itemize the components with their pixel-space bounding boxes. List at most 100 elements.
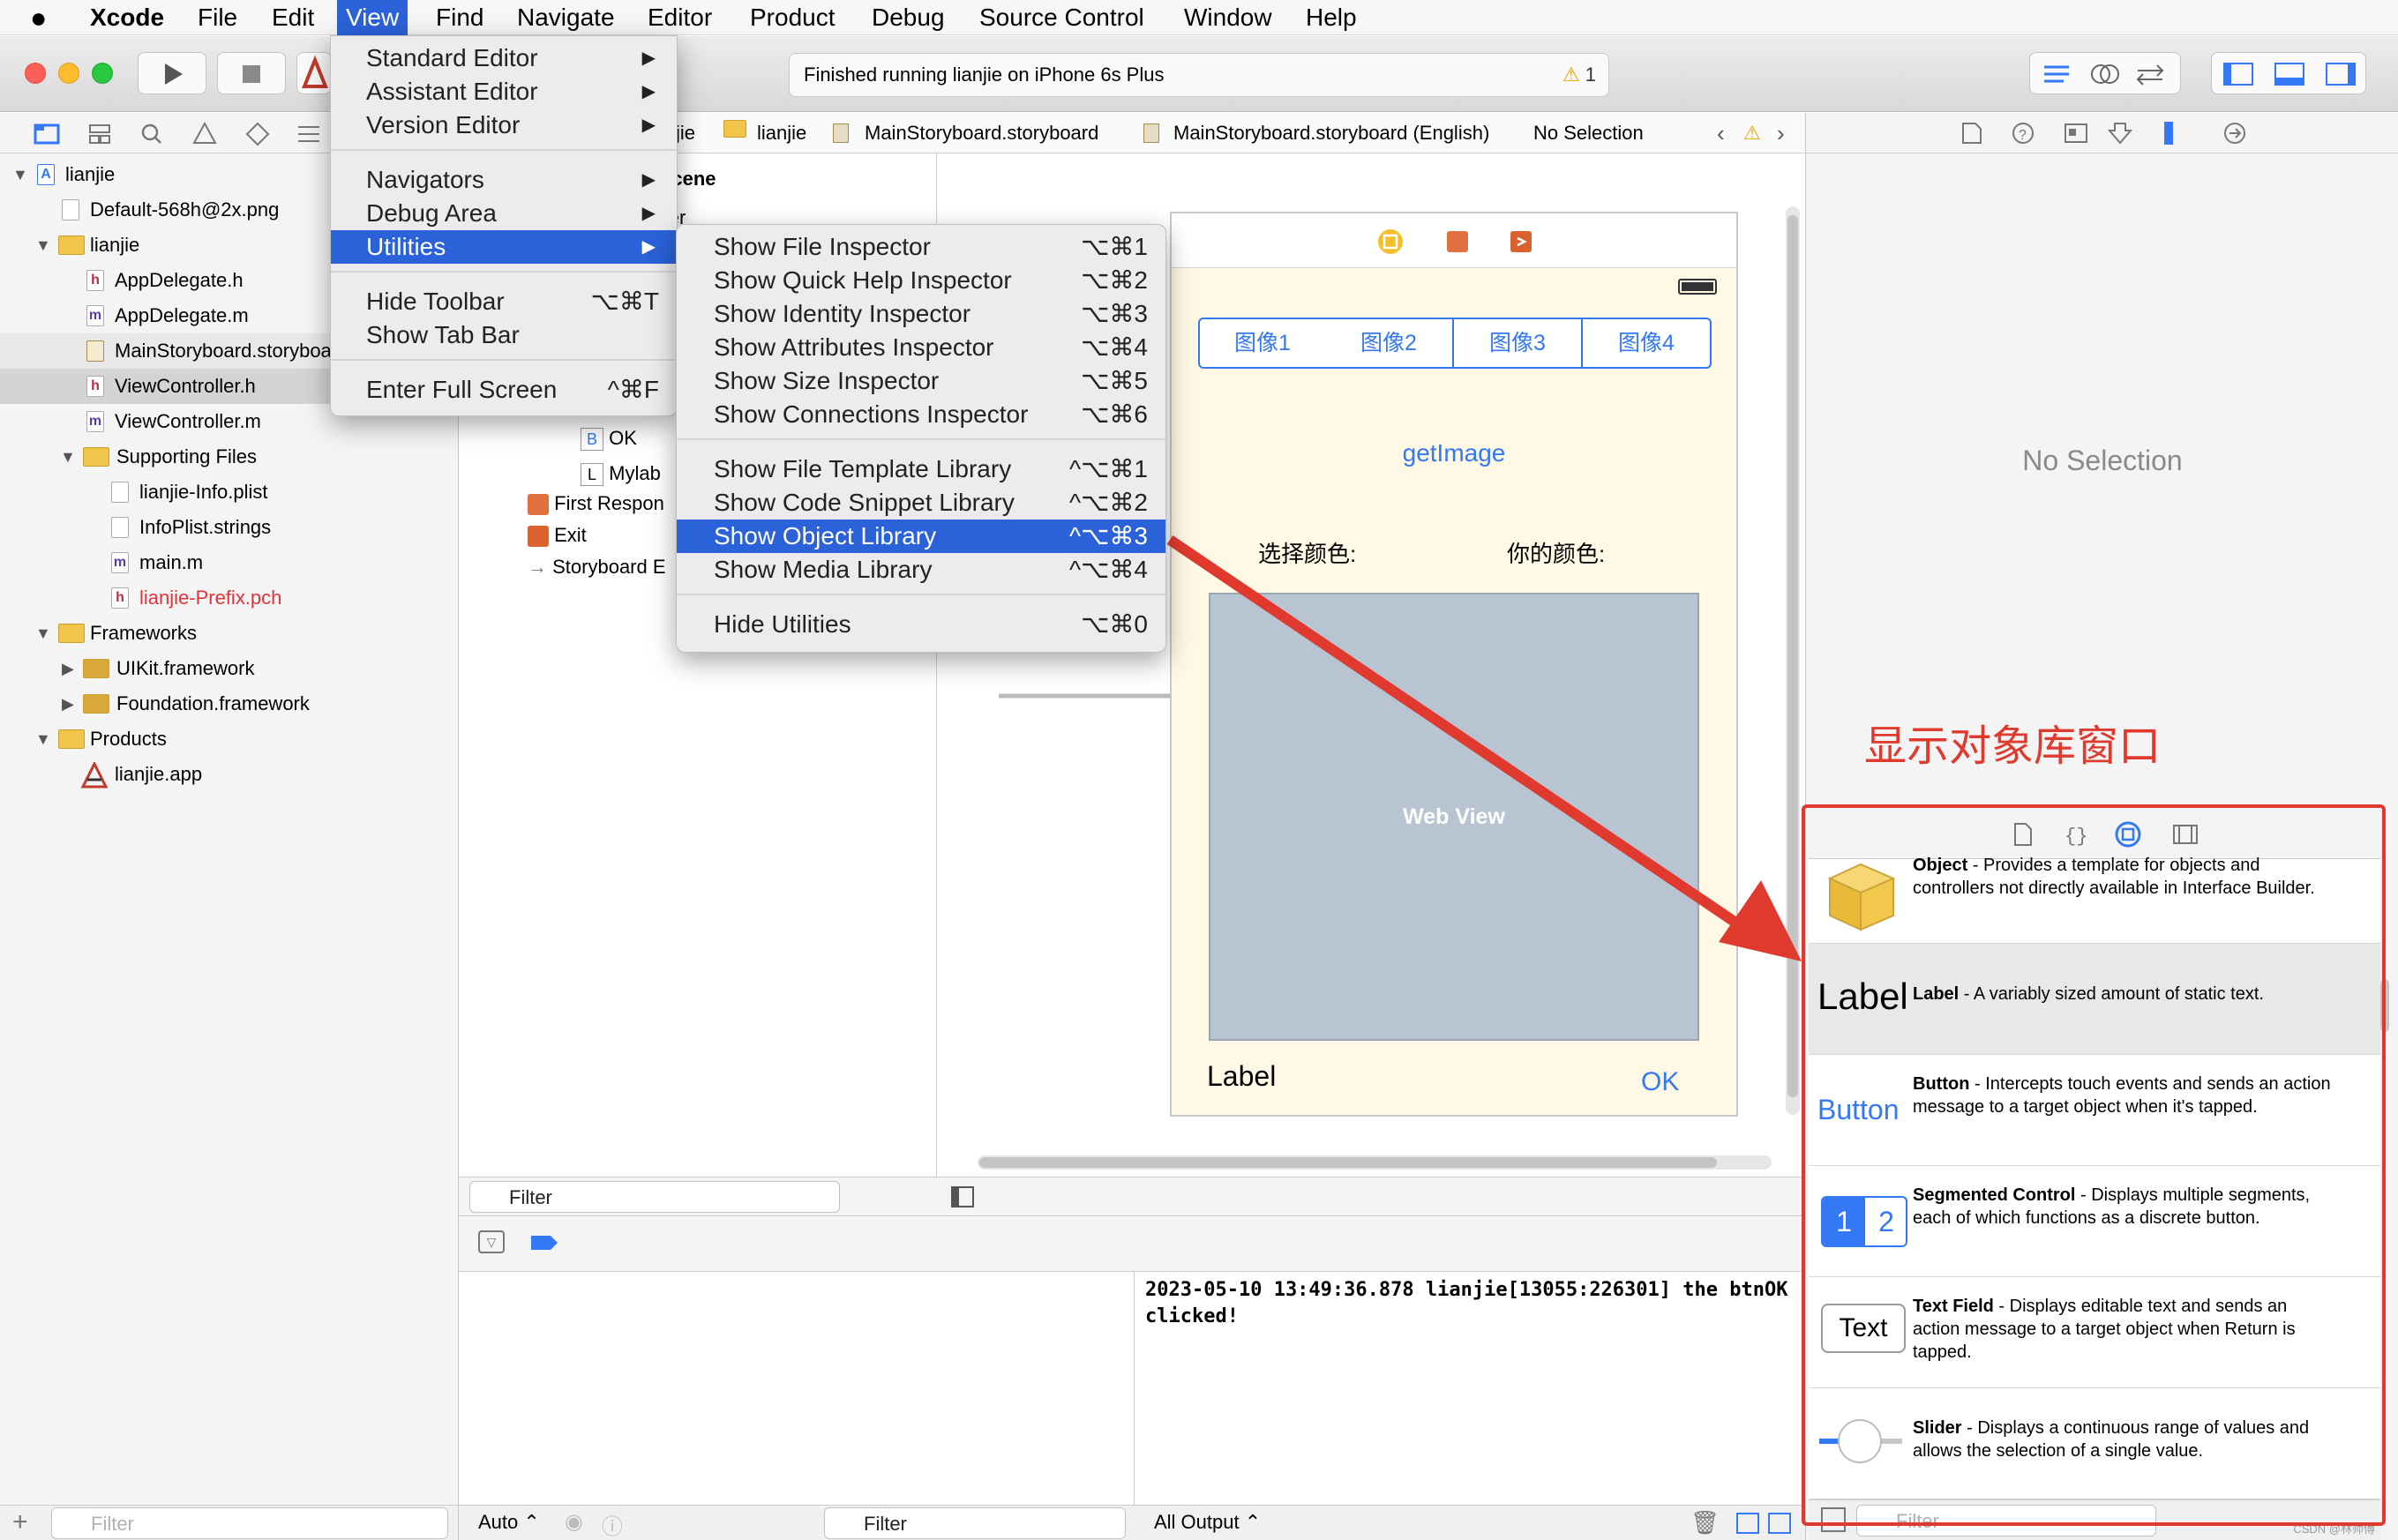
menu-item-show-object-library[interactable]: Show Object Library ^⌥⌘3 — [677, 520, 1165, 553]
menu-item-show-code-snippet-library[interactable]: Show Code Snippet Library ^⌥⌘2 — [677, 486, 1165, 520]
minimize-window-button[interactable] — [58, 63, 79, 84]
menu-item-show-file-template-library[interactable]: Show File Template Library ^⌥⌘1 — [677, 452, 1165, 486]
breadcrumb-file[interactable]: MainStoryboard.storyboard — [865, 113, 1098, 153]
horizontal-scrollbar[interactable] — [978, 1155, 1772, 1170]
menu-item-show-attributes-inspector[interactable]: Show Attributes Inspector ⌥⌘4 — [677, 331, 1165, 364]
header-file-icon: h — [86, 376, 104, 397]
hide-debug-area-icon[interactable]: ▽ — [478, 1230, 505, 1253]
show-console-icon[interactable] — [1768, 1513, 1791, 1534]
menu-editor[interactable]: Editor — [639, 0, 721, 35]
disclosure-open-icon[interactable]: ▼ — [12, 157, 28, 192]
disclosure-open-icon[interactable]: ▼ — [35, 228, 51, 263]
nav-item-file[interactable]: lianjie.app — [0, 757, 459, 792]
scroll-thumb[interactable] — [979, 1157, 1717, 1168]
menu-edit[interactable]: Edit — [263, 0, 323, 35]
nav-item-file[interactable]: h lianjie-Prefix.pch — [0, 580, 459, 616]
menu-item-hide-toolbar[interactable]: Hide Toolbar ⌥⌘T — [331, 285, 677, 318]
menu-item-debug-area[interactable]: Debug Area ▶ — [331, 197, 677, 230]
outline-storyboard-entry[interactable]: → Storyboard E — [528, 556, 666, 579]
menu-item-label: Assistant Editor — [366, 78, 538, 105]
menu-item-show-connections-inspector[interactable]: Show Connections Inspector ⌥⌘6 — [677, 398, 1165, 431]
menu-item-show-quick-help-inspector[interactable]: Show Quick Help Inspector ⌥⌘2 — [677, 264, 1165, 297]
info-icon[interactable]: ⓘ — [602, 1509, 623, 1540]
variables-scope-select[interactable]: Auto ⌃ — [478, 1511, 540, 1534]
apple-icon[interactable]: ● — [21, 0, 56, 35]
trash-icon[interactable]: 🗑 — [1690, 1509, 1720, 1536]
navigator-filter-input[interactable]: Filter — [51, 1507, 448, 1539]
nav-item-file[interactable]: lianjie-Info.plist — [0, 475, 459, 510]
zoom-window-button[interactable] — [92, 63, 113, 84]
canvas-label[interactable]: Label — [1207, 1060, 1276, 1093]
menu-item-show-identity-inspector[interactable]: Show Identity Inspector ⌥⌘3 — [677, 297, 1165, 331]
close-window-button[interactable] — [25, 63, 46, 84]
menu-item-show-file-inspector[interactable]: Show File Inspector ⌥⌘1 — [677, 230, 1165, 264]
run-button[interactable] — [138, 52, 206, 94]
show-variables-icon[interactable] — [1736, 1513, 1759, 1534]
disclosure-open-icon[interactable]: ▼ — [35, 721, 51, 757]
menu-xcode[interactable]: Xcode — [81, 0, 173, 35]
nav-item-file[interactable]: m main.m — [0, 545, 459, 580]
forward-chevron-icon[interactable]: › — [1777, 113, 1785, 153]
menu-item-standard-editor[interactable]: Standard Editor ▶ — [331, 41, 677, 75]
nav-item-group[interactable]: ▼ Frameworks — [0, 616, 459, 651]
variables-filter-input[interactable]: Filter — [824, 1507, 1126, 1539]
nav-item-framework[interactable]: ▶ Foundation.framework — [0, 686, 459, 721]
nav-item-group[interactable]: ▼ Products — [0, 721, 459, 757]
outline-item-ok[interactable]: B OK — [581, 427, 637, 452]
back-chevron-icon[interactable]: ‹ — [1717, 113, 1725, 153]
add-icon[interactable]: + — [12, 1507, 28, 1537]
view-toggle-icons — [2223, 63, 2356, 86]
menu-item-version-editor[interactable]: Version Editor ▶ — [331, 108, 677, 142]
menu-item-show-tab-bar[interactable]: Show Tab Bar — [331, 318, 677, 352]
menu-view[interactable]: View — [337, 0, 408, 35]
segment-image-4[interactable]: 图像4 — [1583, 318, 1712, 369]
breadcrumb-localization[interactable]: MainStoryboard.storyboard (English) — [1173, 113, 1489, 153]
outline-exit[interactable]: Exit — [528, 524, 587, 548]
menu-item-show-size-inspector[interactable]: Show Size Inspector ⌥⌘5 — [677, 364, 1165, 398]
breakpoints-icon[interactable] — [529, 1232, 561, 1253]
disclosure-open-icon[interactable]: ▼ — [35, 616, 51, 651]
disclosure-closed-icon[interactable]: ▶ — [62, 651, 74, 686]
menu-item-enter-full-screen[interactable]: Enter Full Screen ^⌘F — [331, 373, 677, 407]
nav-item-framework[interactable]: ▶ UIKit.framework — [0, 651, 459, 686]
menu-item-utilities[interactable]: Utilities ▶ — [331, 230, 677, 264]
menu-window[interactable]: Window — [1175, 0, 1281, 35]
segment-image-1[interactable]: 图像1 — [1198, 318, 1327, 369]
menu-item-navigators[interactable]: Navigators ▶ — [331, 163, 677, 197]
menu-help[interactable]: Help — [1297, 0, 1366, 35]
console-output[interactable]: 2023-05-10 13:49:36.878 lianjie[13055:22… — [1135, 1272, 1805, 1505]
breadcrumb-group[interactable]: lianjie — [757, 113, 806, 153]
warning-icon[interactable]: ⚠ — [1743, 113, 1761, 153]
menu-file[interactable]: File — [189, 0, 246, 35]
scheme-button[interactable] — [296, 52, 332, 94]
disclosure-open-icon[interactable]: ▼ — [60, 439, 76, 475]
disclosure-closed-icon[interactable]: ▶ — [62, 686, 74, 721]
ok-button[interactable]: OK — [1641, 1067, 1679, 1097]
menu-product[interactable]: Product — [741, 0, 844, 35]
segment-image-2[interactable]: 图像2 — [1325, 318, 1454, 369]
menu-navigate[interactable]: Navigate — [508, 0, 624, 35]
breadcrumb-selection[interactable]: No Selection — [1533, 113, 1644, 153]
menu-item-show-media-library[interactable]: Show Media Library ^⌥⌘4 — [677, 553, 1165, 587]
segment-image-3[interactable]: 图像3 — [1454, 318, 1583, 369]
stop-button[interactable] — [217, 52, 286, 94]
eye-icon[interactable]: ◉ — [565, 1509, 583, 1535]
outline-filter-input[interactable]: Filter — [469, 1181, 840, 1213]
breadcrumb-project[interactable]: jie — [676, 113, 695, 153]
get-image-button[interactable]: getImage — [1172, 439, 1736, 467]
output-select[interactable]: All Output ⌃ — [1154, 1511, 1261, 1534]
menu-debug[interactable]: Debug — [863, 0, 954, 35]
warning-indicator[interactable]: ⚠ 1 — [1562, 54, 1596, 96]
menu-item-assistant-editor[interactable]: Assistant Editor ▶ — [331, 75, 677, 108]
menu-find[interactable]: Find — [427, 0, 492, 35]
editor-mode-segment[interactable] — [2029, 52, 2181, 94]
nav-item-group[interactable]: ▼ Supporting Files — [0, 439, 459, 475]
outline-toggle-icon[interactable] — [951, 1186, 974, 1207]
submenu-arrow-icon: ▶ — [641, 49, 656, 68]
outline-item-mylab[interactable]: L Mylab — [581, 462, 661, 487]
nav-item-file[interactable]: InfoPlist.strings — [0, 510, 459, 545]
view-toggle-segment[interactable] — [2211, 52, 2366, 94]
outline-first-responder[interactable]: First Respon — [528, 492, 664, 516]
menu-source-control[interactable]: Source Control — [970, 0, 1153, 35]
menu-item-hide-utilities[interactable]: Hide Utilities ⌥⌘0 — [677, 608, 1165, 641]
